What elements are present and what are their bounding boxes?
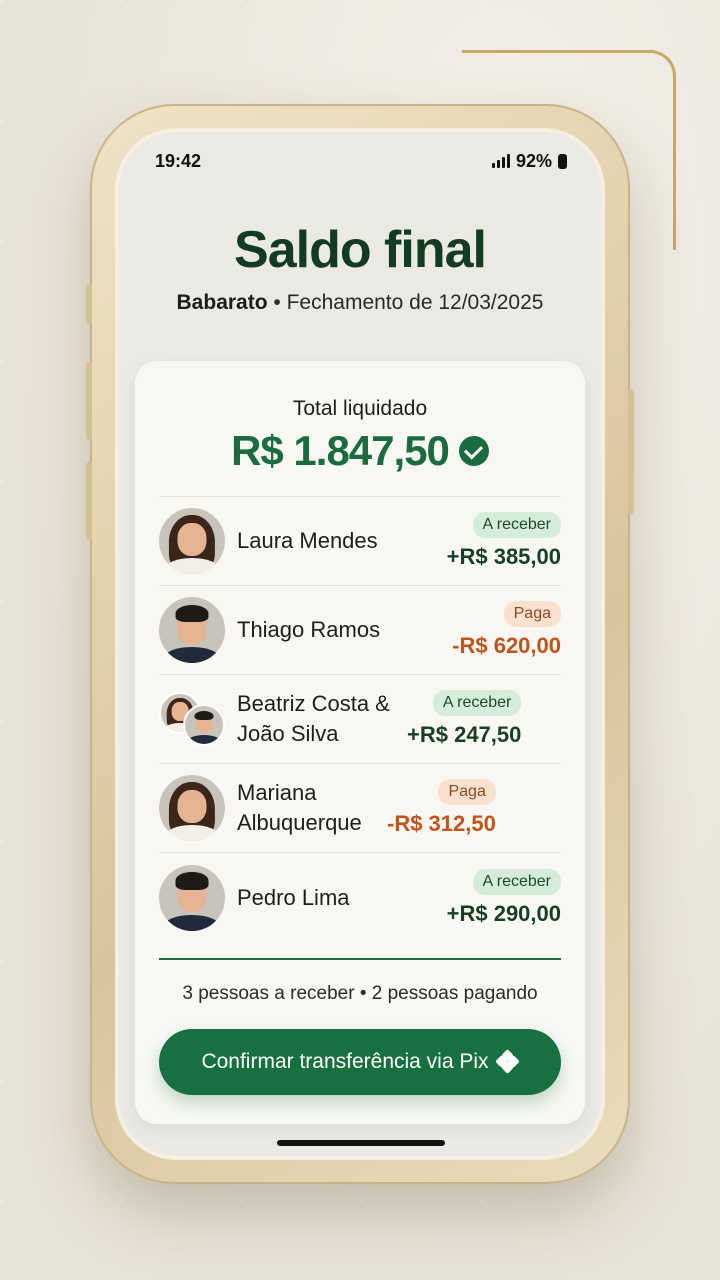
avatar-group: [159, 686, 225, 752]
person-balance: A receber +R$ 290,00: [446, 868, 561, 927]
people-list: Laura Mendes A receber +R$ 385,00 Thiago…: [159, 497, 561, 942]
person-amount: +R$ 290,00: [446, 900, 561, 926]
check-circle-icon: [458, 436, 489, 466]
status-badge: A receber: [472, 868, 561, 895]
phone-screen: 19:42 92% Saldo final Babarato • Fechame…: [115, 128, 605, 1160]
phone-power-button: [628, 390, 634, 514]
person-balance: Paga -R$ 312,50: [387, 779, 496, 837]
summary-divider: [159, 958, 561, 960]
pix-icon: [494, 1049, 520, 1074]
avatar: [159, 508, 225, 574]
page-title: Saldo final: [234, 221, 487, 279]
person-amount: +R$ 385,00: [446, 544, 561, 569]
person-balance: Paga -R$ 620,00: [452, 601, 561, 659]
person-amount: +R$ 247,50: [407, 722, 522, 747]
status-badge: Paga: [503, 601, 561, 627]
status-badge: Paga: [438, 779, 496, 805]
page-subtitle: Babarato • Fechamento de 12/03/2025: [115, 291, 605, 315]
list-item[interactable]: Mariana Albuquerque Paga -R$ 312,50: [159, 764, 561, 853]
status-bar: 19:42 92%: [115, 148, 605, 174]
avatar: [159, 597, 225, 663]
person-name: Pedro Lima: [237, 884, 350, 910]
person-balance: A receber +R$ 247,50: [407, 690, 522, 748]
person-name: Mariana Albuquerque: [237, 780, 362, 835]
battery-percent: 92%: [515, 150, 552, 171]
status-badge: A receber: [432, 690, 522, 716]
closing-date: Fechamento de 12/03/2025: [286, 291, 544, 314]
status-indicators: 92%: [491, 150, 567, 172]
battery-icon: [558, 153, 567, 169]
list-item[interactable]: Laura Mendes A receber +R$ 385,00: [159, 497, 561, 586]
list-item[interactable]: Beatriz Costa & João Silva A receber +R$…: [159, 675, 561, 764]
status-time: 19:42: [155, 150, 202, 171]
person-name: Laura Mendes: [237, 528, 378, 554]
total-amount-row: R$ 1.847,50: [135, 427, 585, 475]
phone-side-button: [86, 462, 92, 540]
avatar: [159, 775, 225, 841]
person-balance: A receber +R$ 385,00: [447, 512, 561, 570]
person-amount: -R$ 312,50: [387, 811, 496, 836]
avatar: [183, 704, 225, 746]
total-amount: R$ 1.847,50: [231, 427, 450, 474]
settlement-card: Total liquidado R$ 1.847,50 Laura Mendes…: [135, 361, 585, 1124]
home-indicator[interactable]: [277, 1140, 445, 1146]
person-amount: -R$ 620,00: [452, 633, 561, 658]
phone-side-button: [86, 284, 92, 324]
list-item[interactable]: Thiago Ramos Paga -R$ 620,00: [159, 586, 561, 675]
signal-icon: [491, 154, 510, 168]
total-label: Total liquidado: [292, 397, 428, 420]
group-name: Babarato: [176, 291, 268, 314]
person-name: Beatriz Costa & João Silva: [237, 691, 390, 746]
confirm-pix-label: Confirmar transferência via Pix: [201, 1050, 489, 1073]
person-name: Thiago Ramos: [237, 617, 381, 643]
phone-side-button: [86, 362, 92, 440]
summary-text: 3 pessoas a receber • 2 pessoas pagando: [182, 983, 538, 1004]
list-item[interactable]: Pedro Lima A receber +R$ 290,00: [159, 853, 561, 942]
confirm-pix-button[interactable]: Confirmar transferência via Pix: [159, 1029, 561, 1095]
status-badge: A receber: [472, 512, 561, 538]
subtitle-separator: •: [273, 291, 281, 314]
avatar: [159, 864, 225, 931]
